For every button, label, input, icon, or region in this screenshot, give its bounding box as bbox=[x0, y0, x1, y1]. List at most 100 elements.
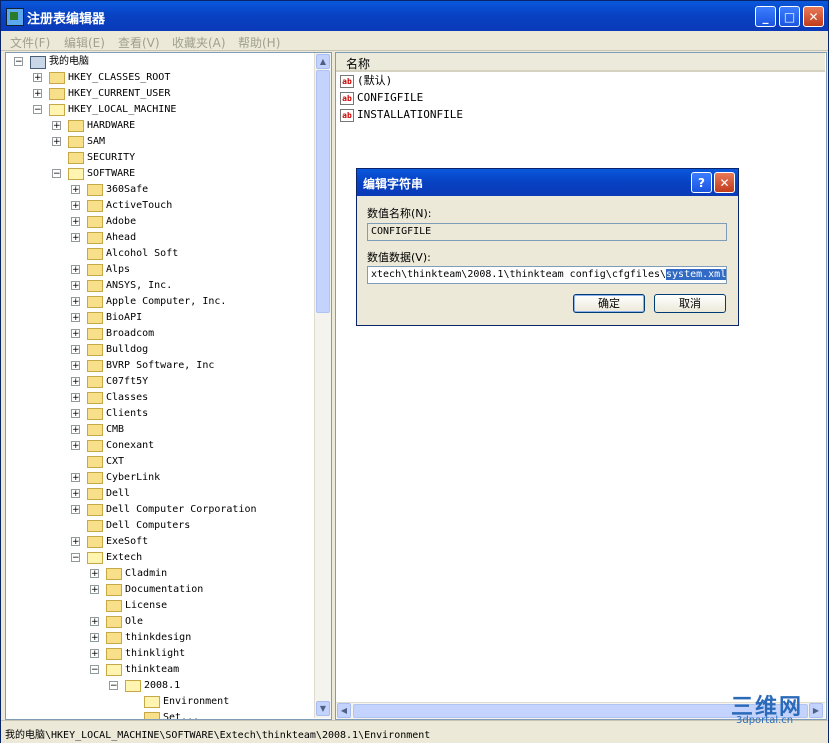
expand-icon[interactable]: + bbox=[71, 185, 80, 195]
tree-node[interactable]: HKEY_LOCAL_MACHINE bbox=[68, 102, 176, 118]
expand-icon[interactable]: + bbox=[71, 505, 80, 515]
ok-button[interactable]: 确定 bbox=[573, 294, 645, 313]
collapse-icon[interactable]: − bbox=[71, 553, 80, 563]
minimize-button[interactable]: _ bbox=[755, 6, 776, 27]
expand-icon[interactable]: + bbox=[33, 89, 42, 99]
expand-icon[interactable]: + bbox=[71, 233, 80, 243]
expand-icon[interactable]: + bbox=[71, 345, 80, 355]
tree-node[interactable]: Dell bbox=[106, 486, 130, 502]
tree-node[interactable]: Ole bbox=[125, 614, 143, 630]
maximize-button[interactable]: □ bbox=[779, 6, 800, 27]
tree-node[interactable]: Dell Computer Corporation bbox=[106, 502, 257, 518]
expand-icon[interactable]: + bbox=[71, 425, 80, 435]
title-bar[interactable]: 注册表编辑器 _ □ ✕ bbox=[1, 1, 828, 31]
dialog-title-bar[interactable]: 编辑字符串 ? ✕ bbox=[357, 169, 738, 196]
dialog-close-button[interactable]: ✕ bbox=[714, 172, 735, 193]
expand-icon[interactable]: + bbox=[52, 121, 61, 131]
expand-icon[interactable]: + bbox=[90, 585, 99, 595]
cancel-button[interactable]: 取消 bbox=[654, 294, 726, 313]
help-button[interactable]: ? bbox=[691, 172, 712, 193]
expand-icon[interactable]: + bbox=[33, 73, 42, 83]
tree-node[interactable]: thinkdesign bbox=[125, 630, 191, 646]
collapse-icon[interactable]: − bbox=[14, 57, 23, 67]
tree-vertical-scrollbar[interactable]: ▲ ▼ bbox=[314, 53, 331, 718]
value-data-input[interactable]: xtech\thinkteam\2008.1\thinkteam config\… bbox=[367, 266, 727, 284]
expand-icon[interactable]: + bbox=[71, 297, 80, 307]
tree-node[interactable]: Dell Computers bbox=[106, 518, 190, 534]
tree-node[interactable]: BioAPI bbox=[106, 310, 142, 326]
values-list[interactable]: 名称 ab (默认) ab CONFIGFILE ab INSTALLATIONFIL… bbox=[335, 52, 827, 720]
expand-icon[interactable]: + bbox=[71, 329, 80, 339]
expand-icon[interactable]: + bbox=[71, 217, 80, 227]
tree-node[interactable]: Alcohol Soft bbox=[106, 246, 178, 262]
expand-icon[interactable]: + bbox=[90, 649, 99, 659]
tree-scroll-thumb[interactable] bbox=[316, 70, 330, 313]
tree-node[interactable]: C07ft5Y bbox=[106, 374, 148, 390]
tree-node[interactable]: License bbox=[125, 598, 167, 614]
collapse-icon[interactable]: − bbox=[33, 105, 42, 115]
tree-node[interactable]: CMB bbox=[106, 422, 124, 438]
tree-node[interactable]: Classes bbox=[106, 390, 148, 406]
tree-node[interactable]: Environment bbox=[163, 694, 229, 710]
expand-icon[interactable]: + bbox=[52, 137, 61, 147]
tree-node[interactable]: Documentation bbox=[125, 582, 203, 598]
tree-node[interactable]: thinkteam bbox=[125, 662, 179, 678]
expand-icon[interactable]: + bbox=[71, 281, 80, 291]
scroll-up-arrow-icon[interactable]: ▲ bbox=[316, 54, 330, 69]
scroll-left-arrow-icon[interactable]: ◀ bbox=[337, 703, 351, 718]
menu-help[interactable]: 帮助(H) bbox=[238, 34, 280, 51]
tree-node[interactable]: Apple Computer, Inc. bbox=[106, 294, 226, 310]
tree-node[interactable]: ActiveTouch bbox=[106, 198, 172, 214]
menu-favorites[interactable]: 收藏夹(A) bbox=[172, 34, 226, 51]
scroll-down-arrow-icon[interactable]: ▼ bbox=[316, 701, 330, 716]
tree-node[interactable]: SECURITY bbox=[87, 150, 135, 166]
expand-icon[interactable]: + bbox=[71, 537, 80, 547]
tree-node[interactable]: Conexant bbox=[106, 438, 154, 454]
tree-node[interactable]: Set... bbox=[163, 710, 199, 719]
tree-node[interactable]: CXT bbox=[106, 454, 124, 470]
tree-node[interactable]: Bulldog bbox=[106, 342, 148, 358]
collapse-icon[interactable]: − bbox=[90, 665, 99, 675]
expand-icon[interactable]: + bbox=[71, 265, 80, 275]
tree-node[interactable]: SOFTWARE bbox=[87, 166, 135, 182]
expand-icon[interactable]: + bbox=[71, 393, 80, 403]
close-button[interactable]: ✕ bbox=[803, 6, 824, 27]
scroll-right-arrow-icon[interactable]: ▶ bbox=[809, 703, 823, 718]
tree-node[interactable]: HKEY_CLASSES_ROOT bbox=[68, 70, 170, 86]
expand-icon[interactable]: + bbox=[71, 313, 80, 323]
tree-node[interactable]: Alps bbox=[106, 262, 130, 278]
expand-icon[interactable]: + bbox=[90, 633, 99, 643]
tree-node[interactable]: CyberLink bbox=[106, 470, 160, 486]
tree-node[interactable]: BVRP Software, Inc bbox=[106, 358, 214, 374]
menu-file[interactable]: 文件(F) bbox=[10, 34, 50, 51]
expand-icon[interactable]: + bbox=[90, 569, 99, 579]
collapse-icon[interactable]: − bbox=[109, 681, 118, 691]
tree-node[interactable]: 360Safe bbox=[106, 182, 148, 198]
expand-icon[interactable]: + bbox=[71, 473, 80, 483]
expand-icon[interactable]: + bbox=[71, 377, 80, 387]
expand-icon[interactable]: + bbox=[71, 361, 80, 371]
column-header-name[interactable]: 名称 bbox=[336, 53, 825, 72]
registry-tree[interactable]: ▲ ▼ − 我的电脑 + HKEY_CLASSES_ROOT + HKEY_CURRENT… bbox=[5, 52, 332, 720]
expand-icon[interactable]: + bbox=[71, 409, 80, 419]
value-row-configfile[interactable]: ab CONFIGFILE bbox=[340, 90, 423, 106]
menu-view[interactable]: 查看(V) bbox=[118, 34, 160, 51]
expand-icon[interactable]: + bbox=[71, 201, 80, 211]
expand-icon[interactable]: + bbox=[90, 617, 99, 627]
tree-node[interactable]: Adobe bbox=[106, 214, 136, 230]
expand-icon[interactable]: + bbox=[71, 441, 80, 451]
tree-node[interactable]: ExeSoft bbox=[106, 534, 148, 550]
value-row-installationfile[interactable]: ab INSTALLATIONFILE bbox=[340, 107, 463, 123]
tree-node[interactable]: SAM bbox=[87, 134, 105, 150]
tree-node[interactable]: HKEY_CURRENT_USER bbox=[68, 86, 170, 102]
tree-node[interactable]: Clients bbox=[106, 406, 148, 422]
tree-node[interactable]: Broadcom bbox=[106, 326, 154, 342]
tree-node[interactable]: HARDWARE bbox=[87, 118, 135, 134]
tree-node[interactable]: Ahead bbox=[106, 230, 136, 246]
tree-node[interactable]: 我的电脑 bbox=[49, 54, 89, 70]
tree-node[interactable]: Cladmin bbox=[125, 566, 167, 582]
tree-node[interactable]: thinklight bbox=[125, 646, 185, 662]
tree-node[interactable]: 2008.1 bbox=[144, 678, 180, 694]
menu-edit[interactable]: 编辑(E) bbox=[64, 34, 105, 51]
collapse-icon[interactable]: − bbox=[52, 169, 61, 179]
